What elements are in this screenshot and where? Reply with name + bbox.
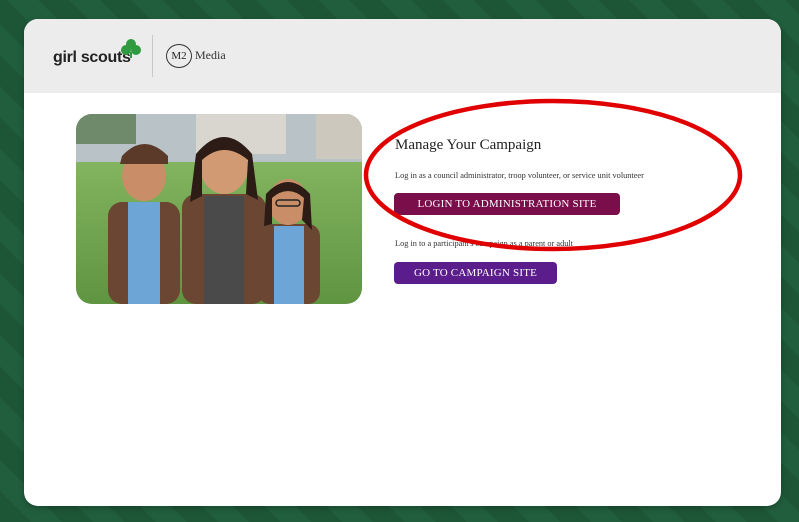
header-divider	[152, 35, 153, 77]
login-admin-site-button[interactable]: LOGIN TO ADMINISTRATION SITE	[394, 193, 620, 215]
page-title: Manage Your Campaign	[395, 137, 542, 153]
go-to-campaign-site-button[interactable]: GO TO CAMPAIGN SITE	[394, 262, 557, 284]
admin-login-description: Log in as a council administrator, troop…	[395, 171, 644, 180]
parent-login-description: Log in to a participant's campaign as a …	[395, 239, 573, 248]
trefoil-icon	[121, 39, 141, 58]
m2-media-label: Media	[195, 48, 226, 62]
login-card: girl scouts M2 Media Manage Your Campaig…	[24, 19, 781, 506]
girl-scouts-photo	[76, 114, 362, 304]
girl-scouts-logo: girl scouts	[53, 49, 131, 66]
header-bar: girl scouts M2 Media	[24, 19, 781, 93]
m2-logo-badge: M2	[166, 44, 192, 68]
